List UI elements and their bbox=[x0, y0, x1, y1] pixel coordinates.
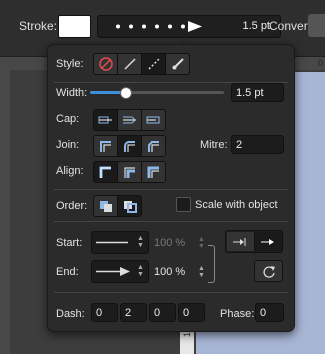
chevron-updown-icon[interactable]: ▲ ▼ bbox=[198, 236, 205, 250]
divider bbox=[54, 221, 288, 222]
round-cap-icon bbox=[122, 116, 136, 124]
cap-round-button[interactable] bbox=[118, 110, 142, 130]
width-slider-track[interactable] bbox=[90, 91, 224, 94]
chevron-updown-icon: ▲ ▼ bbox=[137, 235, 144, 249]
mitre-field[interactable]: 2 bbox=[231, 135, 284, 154]
cap-butt-button[interactable] bbox=[94, 110, 118, 130]
bevel-join-icon bbox=[147, 141, 159, 152]
order-label: Order: bbox=[56, 200, 88, 212]
align-outside-button[interactable] bbox=[142, 162, 165, 182]
width-label: Width: bbox=[56, 87, 88, 99]
style-brush-button[interactable] bbox=[166, 54, 189, 74]
join-round-button[interactable] bbox=[118, 136, 142, 156]
phase-field[interactable]: 0 bbox=[255, 303, 284, 322]
arrow-beyond-end-button[interactable] bbox=[254, 232, 282, 251]
mitre-label: Mitre: bbox=[200, 139, 228, 151]
cap-segmented-control bbox=[93, 109, 166, 131]
dash-label: Dash: bbox=[56, 308, 85, 320]
align-center-button[interactable] bbox=[94, 162, 118, 182]
stroke-width-value: 1.5 pt bbox=[242, 20, 270, 32]
scale-with-object-label: Scale with object bbox=[195, 199, 278, 211]
stroke-front-icon bbox=[123, 201, 137, 213]
arrow-position-control bbox=[225, 230, 283, 253]
end-arrowhead-select[interactable]: ▲ ▼ bbox=[91, 260, 149, 283]
cap-label: Cap: bbox=[56, 113, 80, 125]
join-bevel-button[interactable] bbox=[142, 136, 165, 156]
join-label: Join: bbox=[56, 139, 80, 151]
align-outside-icon bbox=[147, 166, 159, 178]
miter-join-icon bbox=[99, 141, 111, 152]
order-segmented-control bbox=[93, 195, 142, 217]
round-join-icon bbox=[123, 141, 135, 152]
stroke-behind-icon bbox=[99, 201, 112, 212]
stroke-color-swatch[interactable] bbox=[58, 15, 91, 38]
style-segmented-control bbox=[93, 53, 190, 75]
stroke-label: Stroke: bbox=[19, 19, 58, 33]
join-segmented-control bbox=[93, 135, 166, 157]
dash-field-2[interactable]: 0 bbox=[149, 303, 176, 322]
solid-line-icon bbox=[123, 58, 136, 70]
start-scale-value[interactable]: 100 % bbox=[154, 237, 185, 249]
phase-label: Phase: bbox=[220, 308, 255, 320]
start-label: Start: bbox=[56, 237, 83, 249]
order-behind-fill-button[interactable] bbox=[94, 196, 118, 216]
align-center-icon bbox=[99, 166, 111, 178]
style-solid-button[interactable] bbox=[118, 54, 142, 74]
cap-square-button[interactable] bbox=[142, 110, 165, 130]
join-miter-button[interactable] bbox=[94, 136, 118, 156]
plain-line-icon bbox=[96, 241, 128, 244]
start-arrowhead-select[interactable]: ▲ ▼ bbox=[91, 231, 149, 254]
vertical-ruler bbox=[0, 70, 10, 354]
brush-icon bbox=[172, 58, 184, 70]
swap-arrowheads-button[interactable] bbox=[254, 260, 283, 282]
butt-cap-icon bbox=[98, 116, 112, 124]
arrow-right-icon bbox=[261, 238, 274, 245]
link-scales-bracket[interactable] bbox=[208, 245, 215, 283]
convert-button[interactable] bbox=[308, 14, 325, 37]
style-dashed-button[interactable] bbox=[142, 54, 166, 74]
style-none-button[interactable] bbox=[94, 54, 118, 74]
dash-field-1[interactable]: 0 bbox=[91, 303, 118, 322]
gap-field-2[interactable]: 0 bbox=[178, 303, 205, 322]
square-cap-icon bbox=[146, 116, 159, 124]
refresh-icon bbox=[262, 266, 275, 278]
stroke-panel: Style: Width: 1.5 pt Cap: Join: Mitre: 2 bbox=[47, 44, 295, 332]
align-segmented-control bbox=[93, 161, 166, 183]
end-label: End: bbox=[56, 266, 79, 278]
no-stroke-icon bbox=[98, 57, 113, 71]
order-front-fill-button[interactable] bbox=[118, 196, 141, 216]
dashed-line-icon bbox=[147, 58, 160, 70]
divider bbox=[54, 292, 288, 293]
width-field[interactable]: 1.5 pt bbox=[231, 83, 284, 102]
chevron-updown-icon: ▲ ▼ bbox=[137, 264, 144, 278]
align-inside-button[interactable] bbox=[118, 162, 142, 182]
chevron-updown-icon[interactable]: ▲ ▼ bbox=[198, 265, 205, 279]
arrow-head-line-icon bbox=[96, 267, 130, 276]
arrow-tip-at-end-button[interactable] bbox=[226, 232, 255, 251]
end-scale-value[interactable]: 100 % bbox=[154, 266, 185, 278]
scale-with-object-checkbox[interactable] bbox=[176, 197, 191, 212]
align-inside-icon bbox=[124, 167, 135, 178]
stroke-preview-button[interactable]: 1.5 pt bbox=[97, 15, 281, 38]
ruler-number: 0 bbox=[318, 58, 324, 68]
style-label: Style: bbox=[56, 58, 84, 70]
divider bbox=[54, 189, 288, 190]
gap-field-1[interactable]: 2 bbox=[120, 303, 147, 322]
align-label: Align: bbox=[56, 165, 84, 177]
arrow-to-line-icon bbox=[233, 237, 246, 246]
width-slider-handle[interactable] bbox=[119, 87, 132, 99]
